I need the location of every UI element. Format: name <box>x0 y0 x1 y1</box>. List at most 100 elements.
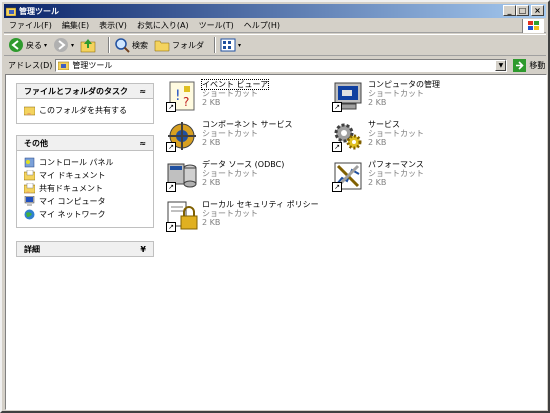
toolbar-separator <box>214 37 217 53</box>
other-places-panel: その他 ≈ コントロール パネル マイ ドキュメント 共有ドキュメント マイ コ… <box>16 135 154 228</box>
file-name: ローカル セキュリティ ポリシー <box>202 200 319 209</box>
search-button[interactable]: 検索 <box>114 37 148 53</box>
file-tasks-title: ファイルとフォルダのタスク <box>24 86 128 96</box>
shortcut-arrow-icon: ↗ <box>332 182 342 192</box>
forward-button[interactable]: ▾ <box>53 37 74 53</box>
file-size: 2 KB <box>202 98 221 107</box>
address-dropdown-icon[interactable]: ▼ <box>495 59 507 71</box>
folder-tools-icon <box>58 60 70 71</box>
my-computer-link[interactable]: マイ コンピュータ <box>24 195 147 208</box>
views-button[interactable]: ▾ <box>220 37 241 53</box>
file-size: 2 KB <box>368 138 387 147</box>
share-folder-link[interactable]: このフォルダを共有する <box>23 104 147 117</box>
file-type: ショートカット <box>202 89 258 98</box>
folder-content-area: ファイルとフォルダのタスク ≈ このフォルダを共有する その他 ≈ コントロール… <box>5 74 547 410</box>
back-arrow-icon <box>8 37 24 53</box>
file-type: ショートカット <box>368 129 424 138</box>
address-input[interactable]: 管理ツール ▼ <box>55 58 508 72</box>
close-button[interactable]: × <box>531 5 544 16</box>
control-panel-icon <box>24 157 35 168</box>
search-icon <box>114 37 130 53</box>
computer-management-icon: ↗ <box>332 80 364 112</box>
toolbar: 戻る ▾ ▾ 検索 フォルダ ▾ <box>4 34 546 56</box>
file-item-local-security-policy[interactable]: ↗ ローカル セキュリティ ポリシー ショートカット 2 KB <box>166 200 336 232</box>
back-label: 戻る <box>26 40 42 50</box>
shared-documents-icon <box>23 182 36 194</box>
collapse-chevron-icon[interactable]: ≈ <box>139 87 146 96</box>
search-label: 検索 <box>132 40 149 50</box>
security-lock-icon: ↗ <box>166 200 198 232</box>
file-tasks-body: このフォルダを共有する <box>16 99 154 124</box>
up-folder-button[interactable] <box>80 37 98 53</box>
share-folder-icon <box>23 105 36 116</box>
file-item-services[interactable]: ↗ サービス ショートカット 2 KB <box>332 120 502 152</box>
maximize-button[interactable]: □ <box>516 5 529 16</box>
my-documents-link[interactable]: マイ ドキュメント <box>23 169 147 182</box>
expand-chevron-icon[interactable]: ¥ <box>140 245 146 254</box>
performance-icon: ↗ <box>332 160 364 192</box>
menu-help[interactable]: ヘルプ(H) <box>239 20 285 31</box>
menu-view[interactable]: 表示(V) <box>94 20 132 31</box>
address-bar: アドレス(D) 管理ツール ▼ 移動 <box>4 57 546 73</box>
my-network-label: マイ ネットワーク <box>39 210 106 219</box>
file-name: コンピュータの管理 <box>368 80 440 89</box>
menu-tools[interactable]: ツール(T) <box>194 20 239 31</box>
my-network-link[interactable]: マイ ネットワーク <box>24 208 147 221</box>
shortcut-arrow-icon: ↗ <box>166 102 176 112</box>
shortcut-arrow-icon: ↗ <box>332 142 342 152</box>
folders-button[interactable]: フォルダ <box>154 37 204 53</box>
go-button[interactable]: 移動 <box>513 58 546 72</box>
task-pane: ファイルとフォルダのタスク ≈ このフォルダを共有する その他 ≈ コントロール… <box>6 75 156 409</box>
windows-logo-icon <box>522 19 544 33</box>
go-arrow-icon <box>513 58 527 72</box>
shared-documents-label: 共有ドキュメント <box>39 184 103 193</box>
other-places-header[interactable]: その他 ≈ <box>16 135 154 151</box>
file-item-performance[interactable]: ↗ パフォーマンス ショートカット 2 KB <box>332 160 502 192</box>
go-label: 移動 <box>529 60 546 70</box>
file-item-data-sources[interactable]: ↗ データ ソース (ODBC) ショートカット 2 KB <box>166 160 336 192</box>
minimize-button[interactable]: _ <box>503 5 516 16</box>
file-item-event-viewer[interactable]: !? ↗ イベント ビューア ショートカット 2 KB <box>166 79 336 112</box>
file-item-computer-management[interactable]: ↗ コンピュータの管理 ショートカット 2 KB <box>332 80 502 112</box>
address-label: アドレス(D) <box>8 60 53 70</box>
menu-file[interactable]: ファイル(F) <box>4 20 57 31</box>
shared-documents-link[interactable]: 共有ドキュメント <box>23 182 147 195</box>
file-name: サービス <box>368 120 400 129</box>
file-item-component-services[interactable]: ↗ コンポーネント サービス ショートカット 2 KB <box>166 120 336 152</box>
file-name: コンポーネント サービス <box>202 120 293 129</box>
menu-favorites[interactable]: お気に入り(A) <box>132 20 194 31</box>
my-documents-icon <box>23 169 36 181</box>
folders-label: フォルダ <box>172 40 205 50</box>
forward-arrow-icon <box>53 37 69 53</box>
menu-edit[interactable]: 編集(E) <box>57 20 94 31</box>
collapse-chevron-icon[interactable]: ≈ <box>139 139 146 148</box>
file-size: 2 KB <box>368 178 387 187</box>
menu-bar: ファイル(F) 編集(E) 表示(V) お気に入り(A) ツール(T) ヘルプ(… <box>4 19 546 33</box>
my-network-icon <box>24 209 35 220</box>
control-panel-label: コントロール パネル <box>39 158 114 167</box>
file-type: ショートカット <box>202 169 258 178</box>
toolbar-separator <box>108 37 111 53</box>
back-button[interactable]: 戻る ▾ <box>8 37 47 53</box>
details-panel: 詳細 ¥ <box>16 241 154 257</box>
shortcut-arrow-icon: ↗ <box>166 142 176 152</box>
share-folder-label: このフォルダを共有する <box>39 106 127 115</box>
file-type: ショートカット <box>368 89 424 98</box>
my-computer-label: マイ コンピュータ <box>39 197 106 206</box>
up-folder-icon <box>80 37 96 53</box>
folder-tools-icon <box>5 6 17 17</box>
file-tasks-header[interactable]: ファイルとフォルダのタスク ≈ <box>16 83 154 99</box>
address-value: 管理ツール <box>72 60 113 70</box>
file-tasks-panel: ファイルとフォルダのタスク ≈ このフォルダを共有する <box>16 83 154 124</box>
file-type: ショートカット <box>202 209 258 218</box>
control-panel-link[interactable]: コントロール パネル <box>24 156 147 169</box>
file-size: 2 KB <box>202 138 221 147</box>
file-name: データ ソース (ODBC) <box>202 160 285 169</box>
details-header[interactable]: 詳細 ¥ <box>16 241 154 257</box>
my-documents-label: マイ ドキュメント <box>39 171 106 180</box>
svg-text:?: ? <box>183 95 189 109</box>
folder-icon <box>154 37 170 53</box>
file-size: 2 KB <box>202 178 221 187</box>
title-bar[interactable]: 管理ツール _ □ × <box>4 4 546 18</box>
file-name: パフォーマンス <box>368 160 424 169</box>
